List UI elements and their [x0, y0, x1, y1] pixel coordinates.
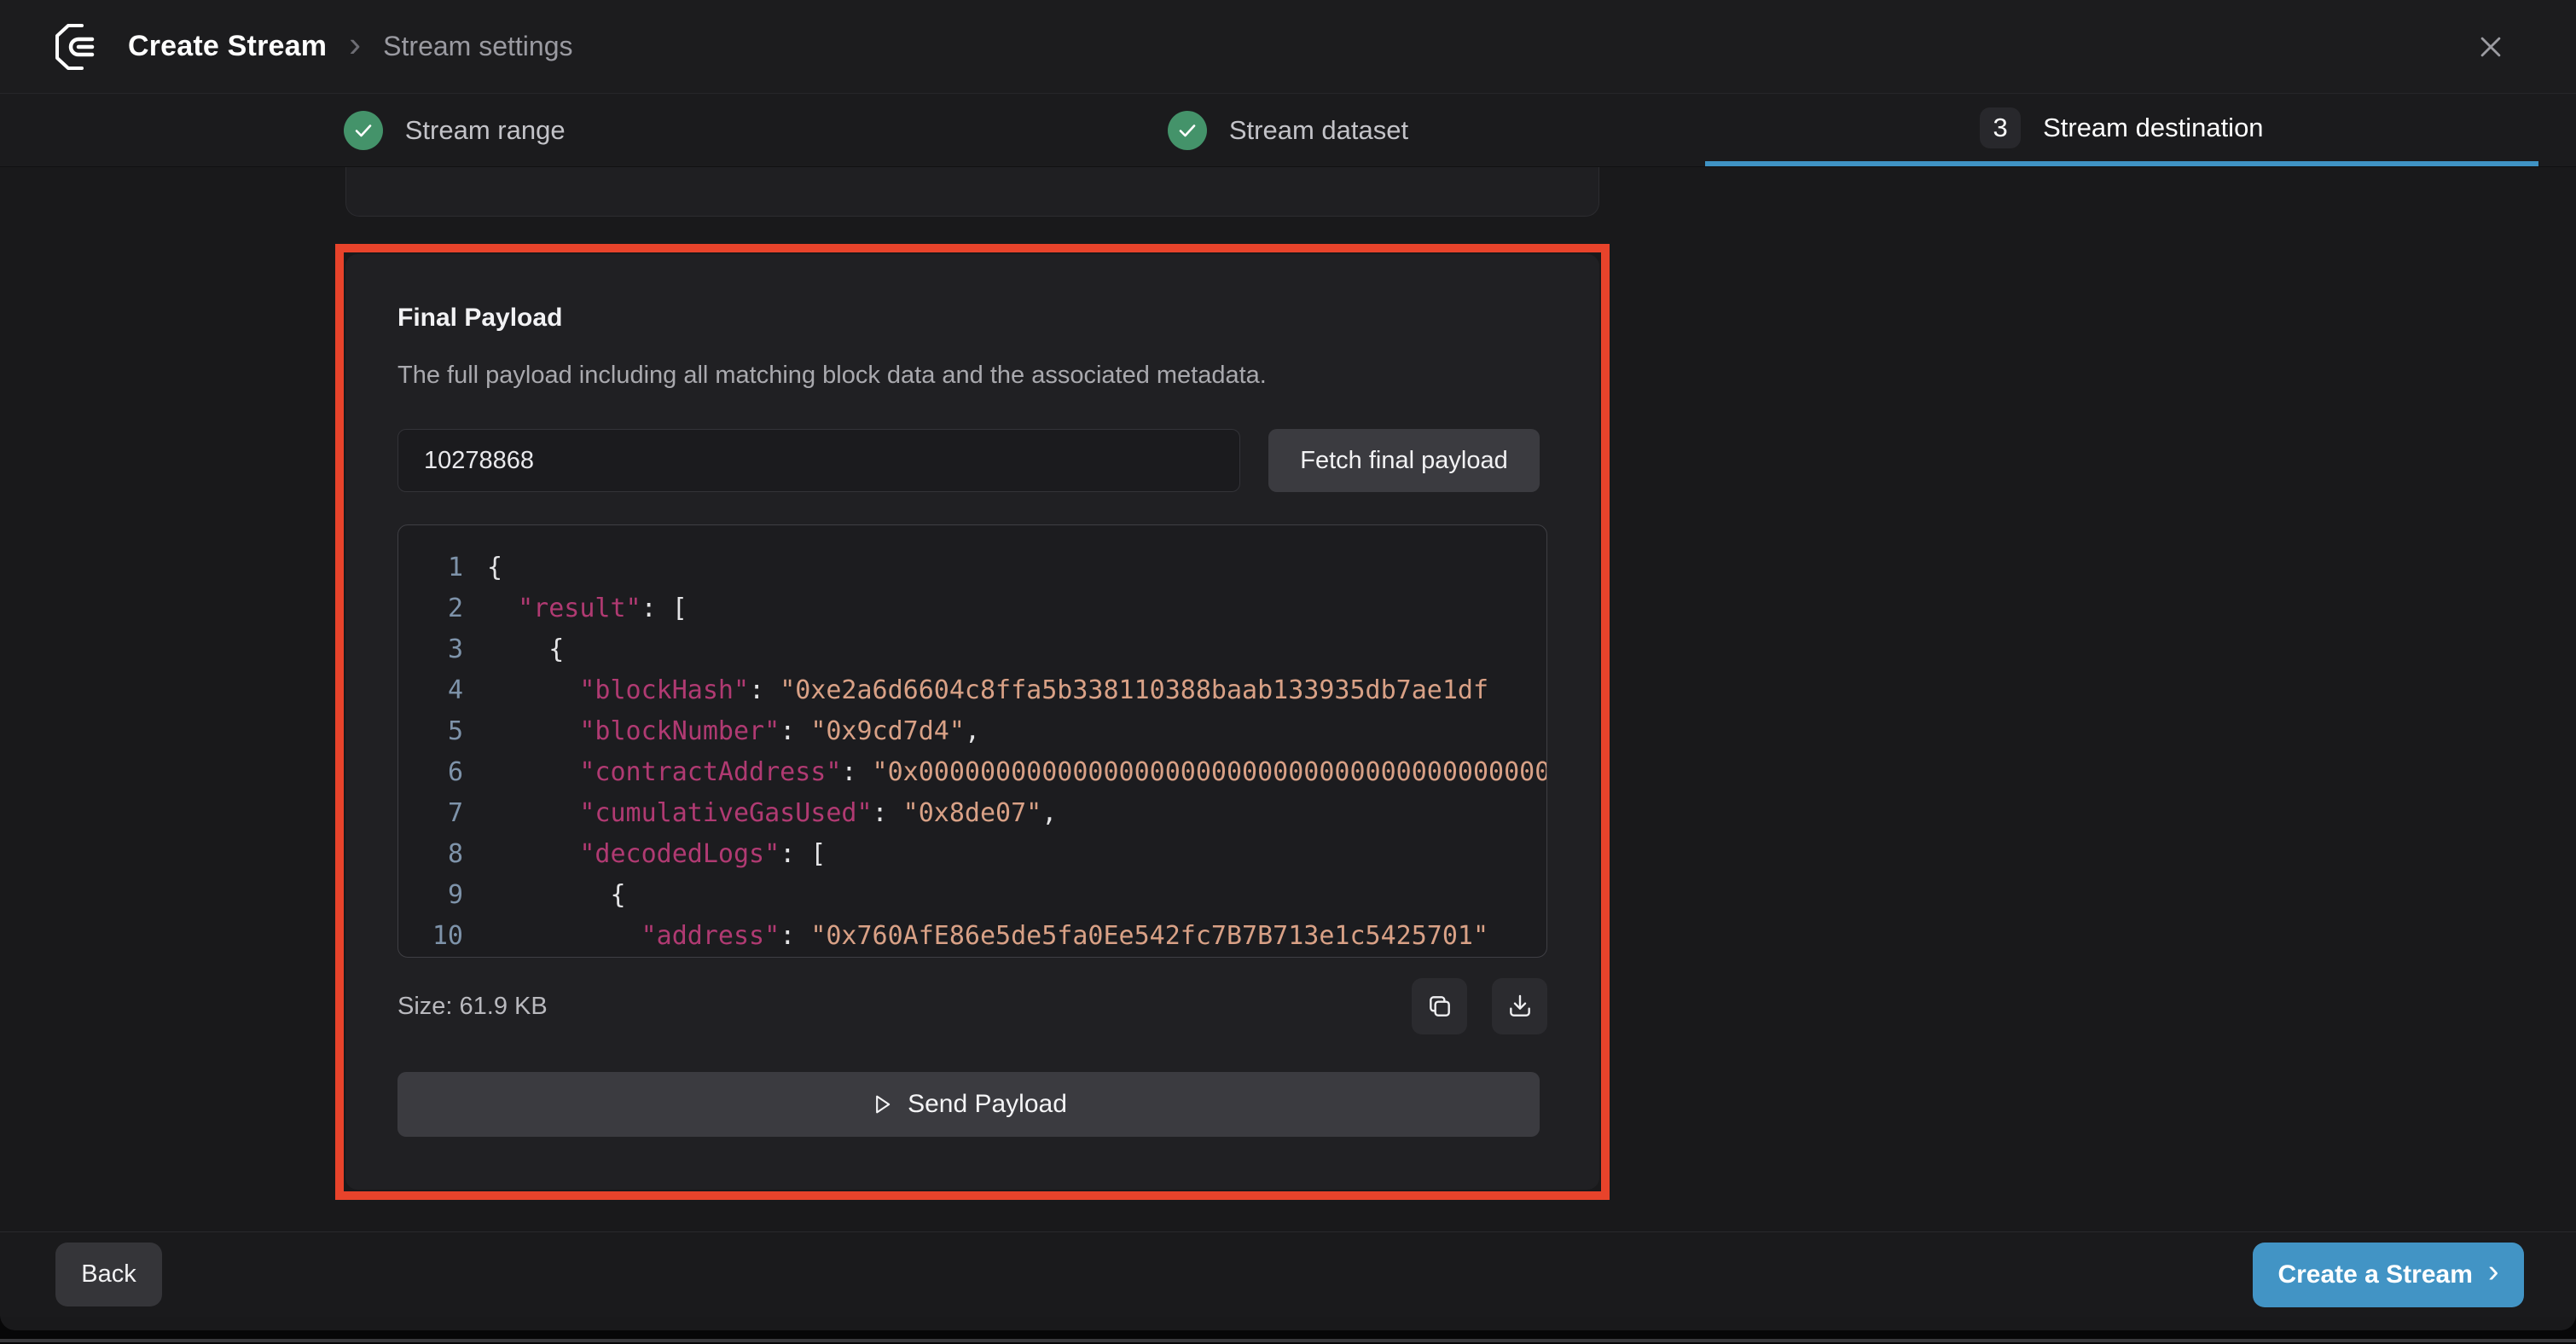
code-line: 8 "decodedLogs": [	[398, 834, 1546, 875]
create-stream-label: Create a Stream	[2277, 1260, 2472, 1289]
back-button[interactable]: Back	[55, 1243, 162, 1306]
close-button[interactable]	[2467, 23, 2515, 71]
chevron-right-icon: ›	[2488, 1254, 2499, 1290]
page-title: Create Stream	[128, 30, 327, 63]
line-number: 1	[398, 547, 463, 588]
line-number: 8	[398, 834, 463, 875]
header-bar: Create Stream › Stream settings	[0, 0, 2576, 94]
breadcrumb-current: Stream settings	[383, 31, 572, 62]
code-line: 7 "cumulativeGasUsed": "0x8de07",	[398, 793, 1546, 834]
tab-label: Stream dataset	[1229, 115, 1408, 146]
final-payload-card: Final Payload The full payload including…	[345, 254, 1599, 1190]
download-icon	[1506, 993, 1534, 1020]
payload-size-label: Size: 61.9 KB	[397, 993, 548, 1021]
section-title: Final Payload	[397, 304, 1547, 333]
fetch-row: Fetch final payload	[397, 429, 1547, 492]
tab-label: Stream destination	[2043, 113, 2263, 143]
line-number: 4	[398, 670, 463, 711]
code-line: 9 {	[398, 875, 1546, 916]
tab-stream-destination[interactable]: 3 Stream destination	[1705, 94, 2538, 166]
annotation-highlight-box: Final Payload The full payload including…	[335, 244, 1610, 1200]
tab-label: Stream range	[405, 115, 566, 146]
copy-icon	[1426, 993, 1453, 1020]
code-text: "blockNumber": "0x9cd7d4",	[463, 711, 1546, 752]
block-number-input[interactable]	[397, 429, 1240, 492]
download-payload-button[interactable]	[1492, 978, 1547, 1034]
create-stream-modal: Create Stream › Stream settings Stream r…	[0, 0, 2576, 1330]
check-icon	[344, 111, 383, 150]
code-text: {	[463, 629, 1546, 670]
line-number: 7	[398, 793, 463, 834]
create-stream-button[interactable]: Create a Stream ›	[2253, 1243, 2524, 1307]
code-text: "cumulativeGasUsed": "0x8de07",	[463, 793, 1546, 834]
code-line: 6 "contractAddress": "0x0000000000000000…	[398, 752, 1546, 793]
code-text: "address": "0x760AfE86e5de5fa0Ee542fc7B7…	[463, 916, 1546, 957]
tab-stream-range[interactable]: Stream range	[38, 94, 871, 166]
size-row: Size: 61.9 KB	[397, 978, 1547, 1034]
underlying-page-edge	[0, 1330, 2576, 1344]
step-number-badge: 3	[1980, 107, 2021, 148]
code-line: 3 {	[398, 629, 1546, 670]
tab-stream-dataset[interactable]: Stream dataset	[871, 94, 1704, 166]
payload-code-viewer[interactable]: 1{2 "result": [3 {4 "blockHash": "0xe2a6…	[397, 524, 1547, 958]
line-number: 5	[398, 711, 463, 752]
send-payload-label: Send Payload	[908, 1090, 1067, 1119]
code-text: {	[463, 875, 1546, 916]
code-text: "contractAddress": "0x000000000000000000…	[463, 752, 1546, 793]
close-icon	[2476, 32, 2505, 61]
fetch-final-payload-button[interactable]: Fetch final payload	[1268, 429, 1540, 492]
code-line: 4 "blockHash": "0xe2a6d6604c8ffa5b338110…	[398, 670, 1546, 711]
step-tabbar: Stream range Stream dataset 3 Stream des…	[0, 94, 2576, 167]
code-text: "result": [	[463, 588, 1546, 629]
code-text: {	[463, 547, 1546, 588]
breadcrumb-chevron-icon: ›	[349, 26, 361, 62]
code-text: "decodedLogs": [	[463, 834, 1546, 875]
copy-payload-button[interactable]	[1412, 978, 1467, 1034]
line-number: 10	[398, 916, 463, 957]
line-number: 2	[398, 588, 463, 629]
line-number: 9	[398, 875, 463, 916]
code-line: 1{	[398, 547, 1546, 588]
underlying-window-line	[0, 1339, 2576, 1342]
line-number: 3	[398, 629, 463, 670]
line-number: 6	[398, 752, 463, 793]
code-text: "blockHash": "0xe2a6d6604c8ffa5b33811038…	[463, 670, 1546, 711]
check-icon	[1168, 111, 1207, 150]
stream-logo-icon	[53, 22, 106, 72]
section-description: The full payload including all matching …	[397, 362, 1547, 390]
code-line: 5 "blockNumber": "0x9cd7d4",	[398, 711, 1546, 752]
previous-section-card	[345, 167, 1599, 217]
play-icon	[870, 1092, 894, 1116]
code-line: 10 "address": "0x760AfE86e5de5fa0Ee542fc…	[398, 916, 1546, 957]
footer-bar: Back Create a Stream ›	[0, 1231, 2576, 1317]
main-content: Final Payload The full payload including…	[0, 167, 2576, 1245]
code-line: 2 "result": [	[398, 588, 1546, 629]
send-payload-button[interactable]: Send Payload	[397, 1072, 1540, 1137]
